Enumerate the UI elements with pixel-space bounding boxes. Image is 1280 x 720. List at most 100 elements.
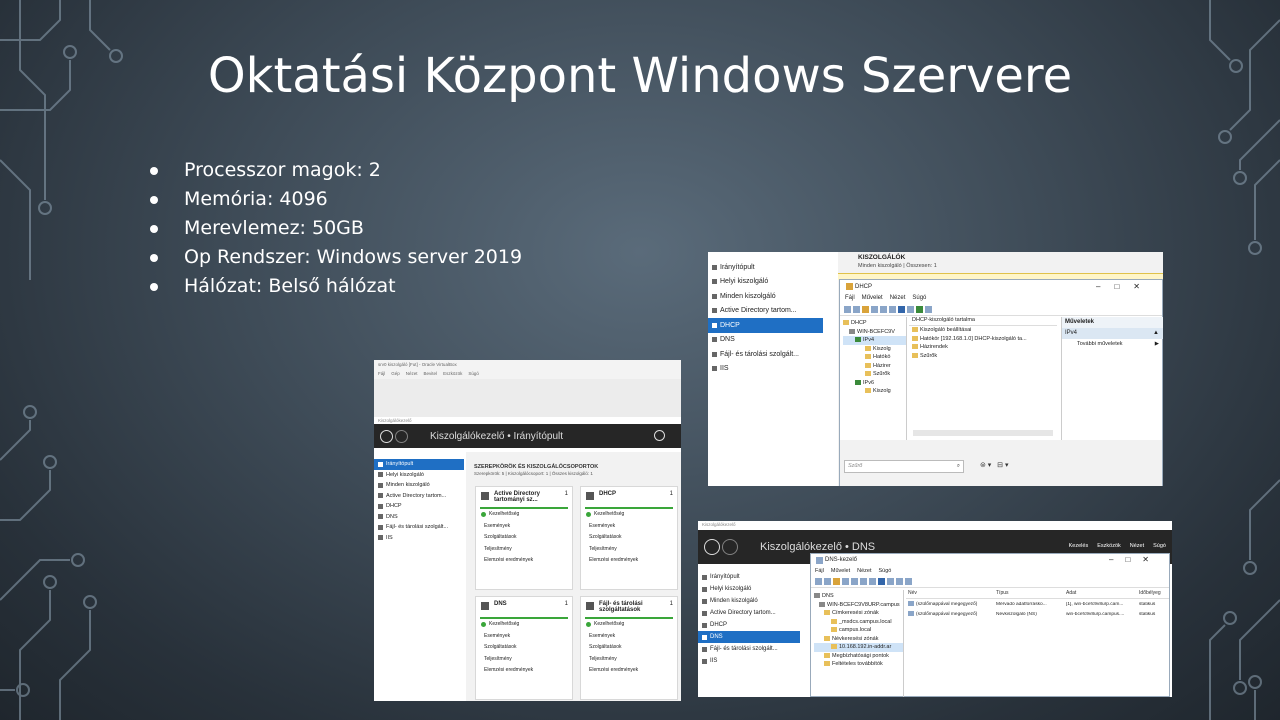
window-controls[interactable]: –□✕ — [1109, 555, 1161, 564]
menu-view[interactable]: Nézet — [890, 295, 906, 301]
menu-help[interactable]: Súgó — [912, 295, 926, 301]
content-row[interactable]: Szűrők — [909, 352, 1057, 361]
sidebar-item-iis[interactable]: IIS — [698, 655, 800, 667]
tree-item[interactable]: Megbízhatósági pontok — [814, 652, 903, 661]
tree-item[interactable]: Névkeresési zónák — [814, 635, 903, 644]
tree-item[interactable]: DHCP — [843, 319, 906, 328]
refresh-icon[interactable] — [880, 306, 887, 313]
sidebar-item-ad[interactable]: Active Directory tartom... — [374, 491, 464, 502]
forward-icon[interactable] — [722, 539, 738, 555]
menu-file[interactable]: Fájl — [815, 568, 824, 574]
filter-input[interactable]: Szűrő ⌕ — [844, 460, 964, 473]
sidebar-item-dhcp[interactable]: DHCP — [708, 318, 823, 333]
sidebar-item-all-servers[interactable]: Minden kiszolgáló — [708, 289, 823, 304]
sidebar-item-dashboard[interactable]: Irányítópult — [698, 571, 800, 583]
role-tile-dns[interactable]: DNS 1 Kezelhetőség Események Szolgáltatás… — [475, 596, 573, 700]
actions-ipv4[interactable]: IPv4 ▲ — [1062, 328, 1163, 339]
settings-icon[interactable] — [925, 306, 932, 313]
sidebar-item-local-server[interactable]: Helyi kiszolgáló — [374, 470, 464, 481]
vbox-menu-item[interactable]: Gép — [391, 371, 400, 378]
record-alt-icon[interactable] — [905, 578, 912, 585]
sidebar-item-dashboard[interactable]: Irányítópult — [374, 459, 464, 470]
sidebar-item-iis[interactable]: IIS — [374, 533, 464, 544]
table-row[interactable]: (szülőmappával megegyező) Névkiszolgáló … — [906, 609, 1169, 619]
help-icon[interactable] — [898, 306, 905, 313]
help-icon[interactable] — [878, 578, 885, 585]
export-icon[interactable] — [889, 306, 896, 313]
export-icon[interactable] — [869, 578, 876, 585]
content-row[interactable]: Házirendek — [909, 343, 1057, 352]
menu-view[interactable]: Nézet — [857, 568, 871, 574]
col-data[interactable]: Adat — [1066, 590, 1139, 598]
menu-help[interactable]: Súgó — [1153, 543, 1166, 549]
window-controls[interactable]: –□✕ — [1096, 282, 1154, 291]
refresh-icon[interactable] — [654, 430, 665, 441]
actions-more[interactable]: További műveletek ▶ — [1062, 339, 1163, 349]
sidebar-item-all-servers[interactable]: Minden kiszolgáló — [374, 480, 464, 491]
tree-item[interactable]: Hatókö — [843, 353, 906, 362]
vbox-menu-item[interactable]: Bevitel — [424, 371, 438, 378]
vbox-menu-item[interactable]: Eszközök — [443, 371, 462, 378]
sidebar-item-iis[interactable]: IIS — [708, 362, 823, 377]
sidebar-item-local-server[interactable]: Helyi kiszolgáló — [708, 275, 823, 290]
sidebar-item-file-storage[interactable]: Fájl- és tárolási szolgált... — [374, 522, 464, 533]
menu-file[interactable]: Fájl — [845, 295, 855, 301]
properties-icon[interactable] — [907, 306, 914, 313]
role-tile-dhcp[interactable]: DHCP 1 Kezelhetőség Események Szolgáltatá… — [580, 486, 678, 590]
list-icon[interactable] — [871, 306, 878, 313]
content-row[interactable]: Kiszolgáló beállításai — [909, 326, 1057, 335]
monitor-icon[interactable] — [916, 306, 923, 313]
sidebar-item-dashboard[interactable]: Irányítópult — [708, 260, 823, 275]
record-icon[interactable] — [896, 578, 903, 585]
menu-manage[interactable]: Kezelés — [1069, 543, 1089, 549]
sidebar-item-file-storage[interactable]: Fájl- és tárolási szolgált... — [708, 347, 823, 362]
delete-icon[interactable] — [851, 578, 858, 585]
tree-item[interactable]: Házirer — [843, 362, 906, 371]
list-icon[interactable] — [842, 578, 849, 585]
refresh-icon[interactable] — [860, 578, 867, 585]
role-tile-ad[interactable]: Active Directory tartományi sz... 1 Kezel… — [475, 486, 573, 590]
forward-icon[interactable] — [395, 429, 408, 443]
h-scrollbar[interactable] — [913, 430, 1053, 436]
menu-view[interactable]: Nézet — [1130, 543, 1144, 549]
vbox-menu-item[interactable]: Súgó — [468, 371, 479, 378]
menu-help[interactable]: Súgó — [879, 568, 892, 574]
sidebar-item-dhcp[interactable]: DHCP — [374, 501, 464, 512]
forward-icon[interactable] — [824, 578, 831, 585]
tree-item[interactable]: WIN-BCEFC9V — [843, 328, 906, 337]
role-tile-file-storage[interactable]: Fájl- és tárolási szolgáltatások 1 Kezelh… — [580, 596, 678, 700]
sidebar-item-ad[interactable]: Active Directory tartom... — [708, 304, 823, 319]
tree-item[interactable]: _msdcs.campus.local — [814, 618, 903, 627]
forward-icon[interactable] — [853, 306, 860, 313]
tree-item-selected[interactable]: IPv4 — [843, 336, 906, 345]
sidebar-item-file-storage[interactable]: Fájl- és tárolási szolgált... — [698, 643, 800, 655]
vbox-menu-item[interactable]: Nézet — [406, 371, 418, 378]
tree-item[interactable]: Feltételes továbbítók — [814, 660, 903, 669]
sidebar-item-dns[interactable]: DNS — [374, 512, 464, 523]
tree-item[interactable]: Kiszolg — [843, 345, 906, 354]
sidebar-item-local-server[interactable]: Helyi kiszolgáló — [698, 583, 800, 595]
sidebar-item-dhcp[interactable]: DHCP — [698, 619, 800, 631]
col-type[interactable]: Típus — [996, 590, 1066, 598]
back-icon[interactable] — [704, 539, 720, 555]
menu-tools[interactable]: Eszközök — [1097, 543, 1121, 549]
vbox-menu-item[interactable]: Fájl — [378, 371, 385, 378]
tree-item[interactable]: WIN-BCEFC9V8URP.campus — [814, 601, 903, 610]
back-icon[interactable] — [844, 306, 851, 313]
list-options-icon[interactable]: ⊜ ▾ ⊟ ▾ — [980, 461, 1008, 469]
col-timestamp[interactable]: Időbélyeg — [1139, 590, 1169, 598]
back-icon[interactable] — [380, 429, 393, 443]
sidebar-item-dns[interactable]: DNS — [708, 333, 823, 348]
menu-action[interactable]: Művelet — [831, 568, 850, 574]
tree-item[interactable]: Szűrők — [843, 370, 906, 379]
sidebar-item-ad[interactable]: Active Directory tartom... — [698, 607, 800, 619]
table-row[interactable]: (szülőmappával megegyező) Mérvadó adatfo… — [906, 599, 1169, 609]
tree-item[interactable]: DNS — [814, 592, 903, 601]
properties-icon[interactable] — [887, 578, 894, 585]
tree-item[interactable]: Kiszolg — [843, 387, 906, 396]
tree-item[interactable]: IPv6 — [843, 379, 906, 388]
folder-icon[interactable] — [862, 306, 869, 313]
content-row[interactable]: Hatókör [192.168.1.0] DHCP-kiszolgáló ta… — [909, 335, 1057, 344]
sidebar-item-dns[interactable]: DNS — [698, 631, 800, 643]
sidebar-item-all-servers[interactable]: Minden kiszolgáló — [698, 595, 800, 607]
